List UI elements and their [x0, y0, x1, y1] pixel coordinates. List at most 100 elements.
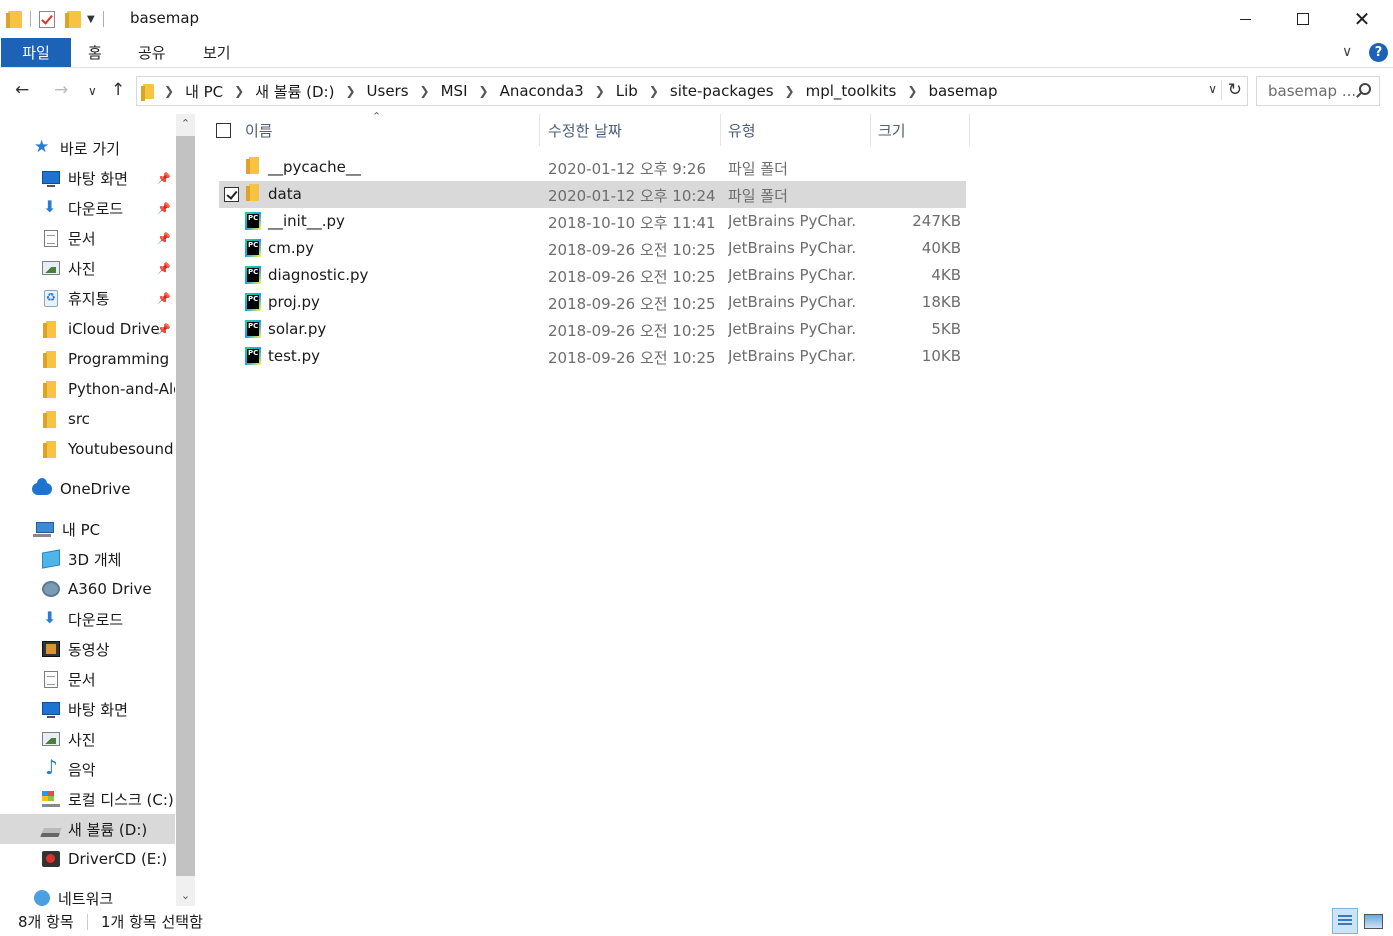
pin-icon[interactable]: 📌 — [157, 202, 171, 215]
file-row[interactable]: PC proj.py 2018-09-26 오전 10:25 JetBrains… — [219, 289, 966, 316]
file-row[interactable]: PC diagnostic.py 2018-09-26 오전 10:25 Jet… — [219, 262, 966, 289]
pin-icon[interactable]: 📌 — [157, 262, 171, 275]
scroll-up-icon[interactable]: ⌃ — [176, 114, 195, 134]
file-row[interactable]: data 2020-01-12 오후 10:24 파일 폴더 — [219, 181, 966, 208]
select-all-checkbox[interactable] — [216, 123, 231, 138]
breadcrumb-basemap[interactable]: basemap — [928, 82, 997, 100]
up-arrow-icon[interactable]: ↑ — [111, 80, 125, 100]
nav-item-network[interactable]: 네트워크 — [0, 883, 175, 906]
chevron-right-icon[interactable]: ❯ — [785, 84, 795, 98]
nav-item-drivercd-e[interactable]: DriverCD (E:) — [0, 844, 175, 874]
column-header-date[interactable]: 수정한 날짜 — [548, 120, 622, 141]
close-icon: ✕ — [1353, 7, 1371, 31]
breadcrumb-my-pc[interactable]: 내 PC — [185, 81, 223, 102]
chevron-right-icon[interactable]: ❯ — [164, 84, 174, 98]
file-type: JetBrains PyChar... — [728, 320, 856, 338]
desktop-icon — [42, 170, 60, 187]
pin-icon[interactable]: 📌 — [157, 323, 171, 336]
chevron-right-icon[interactable]: ❯ — [907, 84, 917, 98]
nav-item-onedrive[interactable]: OneDrive — [0, 474, 175, 504]
pin-icon[interactable]: 📌 — [157, 292, 171, 305]
address-bar[interactable]: ❯ 내 PC ❯ 새 볼륨 (D:) ❯ Users ❯ MSI ❯ Anaco… — [136, 76, 1248, 106]
nav-item-icloud-drive[interactable]: iCloud Drive — [0, 314, 175, 344]
nav-item-youtubesound[interactable]: Youtubesound — [0, 434, 175, 464]
nav-item-a360-drive[interactable]: A360 Drive — [0, 574, 175, 604]
column-header-size[interactable]: 크기 — [878, 120, 906, 141]
navigation-pane: 바로 가기 바탕 화면 📌 다운로드 📌 문서 📌 사진 📌 휴지통 📌 iCl… — [0, 114, 196, 906]
chevron-right-icon[interactable]: ❯ — [420, 84, 430, 98]
breadcrumb-volume-d[interactable]: 새 볼륨 (D:) — [255, 81, 334, 102]
breadcrumb-anaconda3[interactable]: Anaconda3 — [500, 82, 584, 100]
column-header-type[interactable]: 유형 — [728, 120, 756, 141]
chevron-right-icon[interactable]: ❯ — [595, 84, 605, 98]
scroll-down-icon[interactable]: ⌄ — [176, 886, 195, 906]
nav-item-videos[interactable]: 동영상 — [0, 634, 175, 664]
nav-item-pc-desktop[interactable]: 바탕 화면 — [0, 694, 175, 724]
tab-share[interactable]: 공유 — [138, 38, 166, 67]
row-checkbox[interactable] — [224, 187, 239, 202]
nav-scrollbar-thumb[interactable] — [176, 136, 195, 876]
maximize-button[interactable] — [1274, 0, 1332, 38]
column-divider[interactable] — [969, 114, 970, 146]
nav-item-pc-downloads[interactable]: 다운로드 — [0, 604, 175, 634]
large-icons-view-icon[interactable] — [1361, 908, 1387, 934]
tab-home[interactable]: 홈 — [88, 38, 102, 67]
nav-item-documents[interactable]: 문서 — [0, 223, 175, 253]
chevron-right-icon[interactable]: ❯ — [479, 84, 489, 98]
nav-item-downloads[interactable]: 다운로드 — [0, 193, 175, 223]
file-row[interactable]: PC cm.py 2018-09-26 오전 10:25 JetBrains P… — [219, 235, 966, 262]
column-header-name[interactable]: 이름 — [245, 120, 273, 141]
folder-icon — [43, 440, 56, 458]
download-icon — [42, 197, 60, 216]
breadcrumb-lib[interactable]: Lib — [616, 82, 638, 100]
nav-item-recycle-bin[interactable]: 휴지통 — [0, 283, 175, 313]
file-name: test.py — [268, 347, 320, 365]
nav-item-src[interactable]: src — [0, 404, 175, 434]
file-row[interactable]: __pycache__ 2020-01-12 오후 9:26 파일 폴더 — [219, 154, 966, 181]
refresh-icon[interactable]: ↻ — [1220, 80, 1242, 100]
nav-item-music[interactable]: 음악 — [0, 754, 175, 784]
tab-file[interactable]: 파일 — [1, 38, 71, 67]
nav-item-my-pc[interactable]: 내 PC — [0, 514, 175, 544]
column-divider[interactable] — [870, 114, 871, 146]
search-box[interactable]: basemap ... — [1256, 76, 1380, 106]
forward-arrow-icon[interactable]: → — [54, 80, 68, 100]
file-row[interactable]: PC test.py 2018-09-26 오전 10:25 JetBrains… — [219, 343, 966, 370]
address-history-dropdown-icon[interactable]: ∨ — [1208, 82, 1217, 96]
properties-icon[interactable] — [39, 10, 55, 28]
nav-item-programming[interactable]: Programming — [0, 344, 175, 374]
column-divider[interactable] — [720, 114, 721, 146]
nav-item-python-and-alg[interactable]: Python-and-Alg — [0, 374, 175, 404]
tab-view[interactable]: 보기 — [203, 38, 231, 67]
breadcrumb-site-packages[interactable]: site-packages — [670, 82, 774, 100]
file-row[interactable]: PC solar.py 2018-09-26 오전 10:25 JetBrain… — [219, 316, 966, 343]
nav-item-pc-pictures[interactable]: 사진 — [0, 724, 175, 754]
nav-item-pictures[interactable]: 사진 — [0, 253, 175, 283]
breadcrumb-msi[interactable]: MSI — [441, 82, 468, 100]
close-button[interactable]: ✕ — [1333, 0, 1391, 38]
details-view-icon[interactable] — [1332, 908, 1358, 934]
help-icon[interactable]: ? — [1369, 43, 1388, 62]
search-icon[interactable] — [1359, 83, 1371, 95]
nav-item-3d-objects[interactable]: 3D 개체 — [0, 544, 175, 574]
back-arrow-icon[interactable]: ← — [15, 80, 29, 100]
file-row[interactable]: PC __init__.py 2018-10-10 오후 11:41 JetBr… — [219, 208, 966, 235]
breadcrumb-mpl-toolkits[interactable]: mpl_toolkits — [806, 82, 897, 100]
pin-icon[interactable]: 📌 — [157, 172, 171, 185]
nav-item-quick-access[interactable]: 바로 가기 — [0, 133, 175, 163]
minimize-button[interactable] — [1216, 0, 1274, 38]
pin-icon[interactable]: 📌 — [157, 232, 171, 245]
nav-item-volume-d[interactable]: 새 볼륨 (D:) — [0, 814, 175, 844]
customize-toolbar-icon[interactable]: ▼ — [87, 14, 95, 25]
chevron-right-icon[interactable]: ❯ — [345, 84, 355, 98]
chevron-right-icon[interactable]: ❯ — [234, 84, 244, 98]
nav-item-local-disk-c[interactable]: 로컬 디스크 (C:) — [0, 784, 175, 814]
chevron-right-icon[interactable]: ❯ — [649, 84, 659, 98]
nav-item-desktop[interactable]: 바탕 화면 — [0, 163, 175, 193]
recent-locations-icon[interactable]: ∨ — [88, 84, 97, 98]
nav-item-pc-documents[interactable]: 문서 — [0, 664, 175, 694]
new-folder-icon[interactable] — [65, 10, 81, 28]
column-divider[interactable] — [539, 114, 540, 146]
expand-ribbon-icon[interactable]: ∨ — [1342, 44, 1352, 60]
breadcrumb-users[interactable]: Users — [367, 82, 409, 100]
